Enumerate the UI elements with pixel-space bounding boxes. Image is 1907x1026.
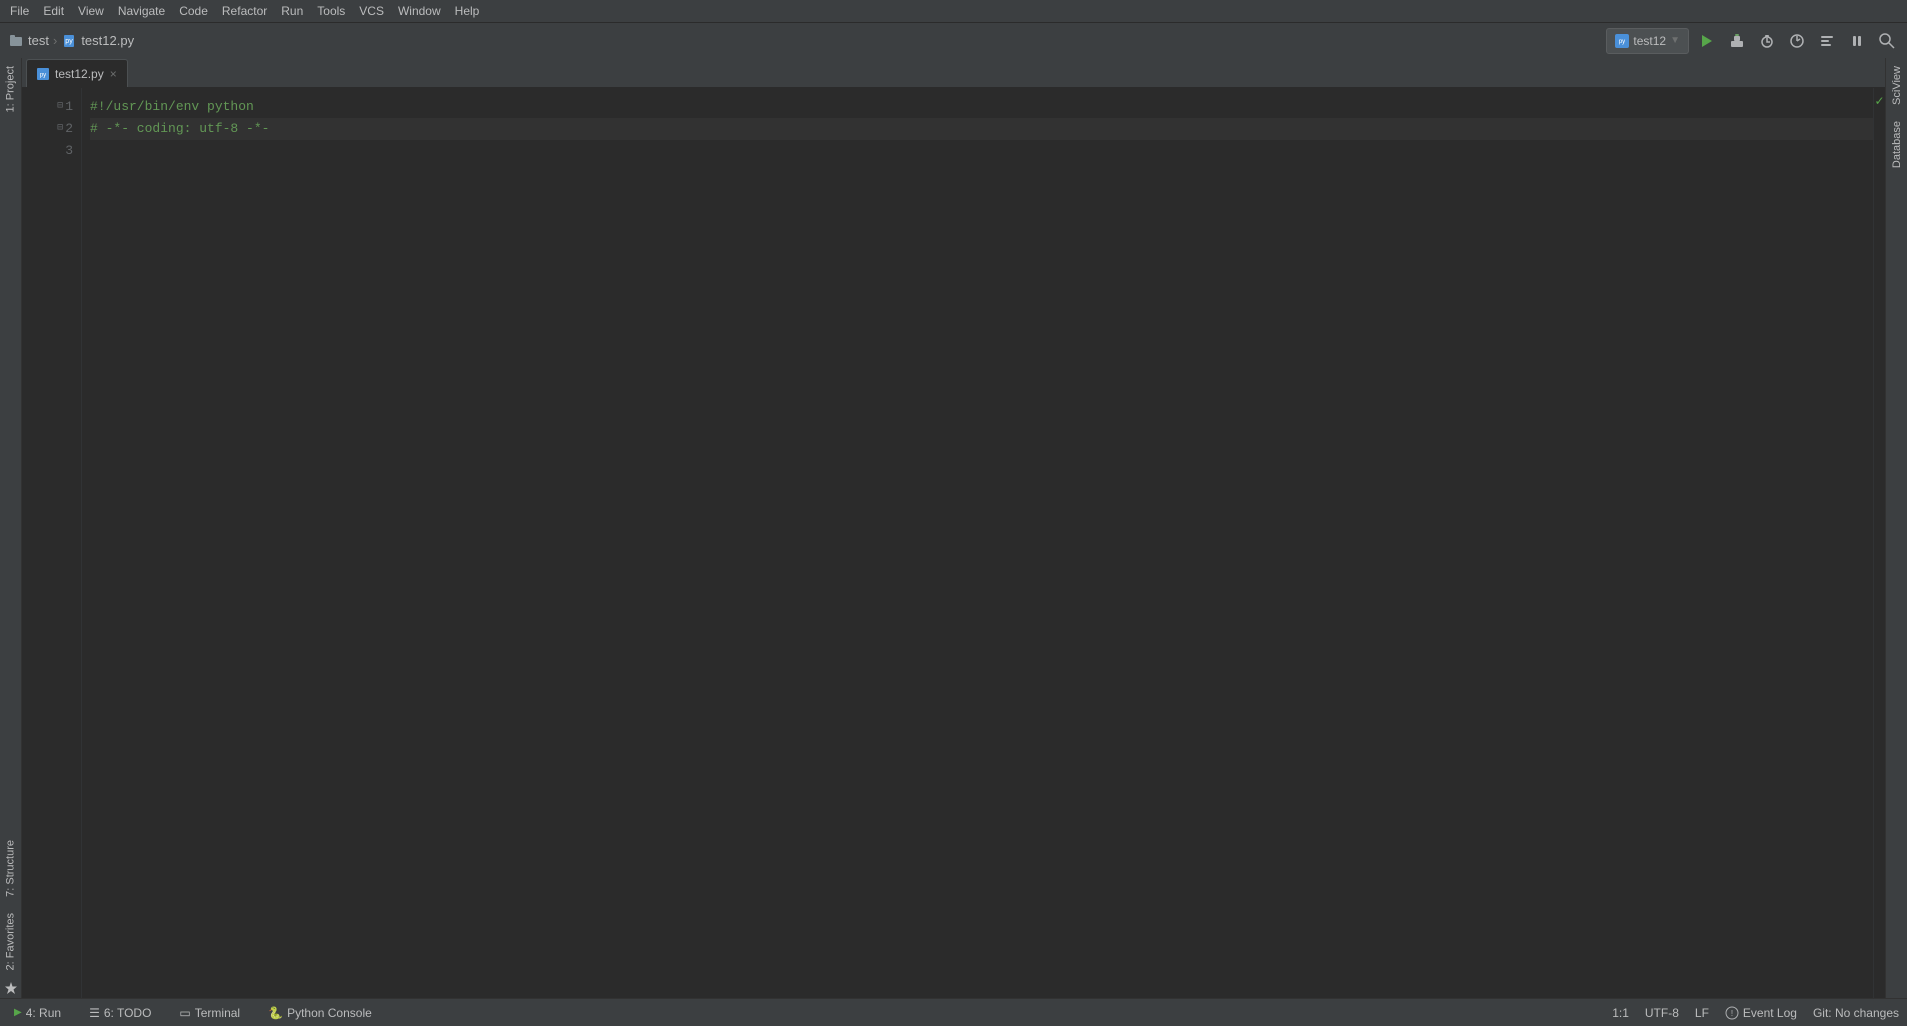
menu-run[interactable]: Run — [275, 2, 309, 20]
git-label: Git: No changes — [1813, 1006, 1899, 1020]
status-python-console-tab[interactable]: 🐍 Python Console — [262, 1002, 378, 1024]
menu-tools[interactable]: Tools — [311, 2, 351, 20]
coverage-button[interactable] — [1815, 29, 1839, 53]
code-shebang: #!/usr/bin/env python — [90, 97, 254, 118]
run-config-file-icon: py — [1615, 34, 1629, 48]
line-ending-label: LF — [1695, 1006, 1709, 1020]
editor-tab-test12[interactable]: py test12.py × — [26, 59, 128, 87]
event-log-label: Event Log — [1743, 1006, 1797, 1020]
status-run-tab[interactable]: ▶ 4: Run — [8, 1002, 67, 1024]
status-bar: ▶ 4: Run ☰ 6: TODO ▭ Terminal 🐍 Python C… — [0, 998, 1907, 1026]
sidebar-item-sciview[interactable]: SciView — [1888, 58, 1906, 113]
svg-text:py: py — [66, 38, 74, 45]
project-name[interactable]: test — [28, 33, 49, 48]
project-icon — [8, 33, 24, 49]
sidebar-item-structure[interactable]: 7: Structure — [0, 832, 21, 905]
code-content[interactable]: #!/usr/bin/env python # -*- coding: utf-… — [82, 88, 1873, 998]
event-log-button[interactable]: ! Event Log — [1725, 1006, 1797, 1020]
debug-button[interactable] — [1755, 29, 1779, 53]
run-config-dropdown[interactable]: py test12 ▼ — [1606, 28, 1689, 54]
file-icon: py — [61, 33, 77, 49]
left-sidebar: 1: Project 7: Structure 2: Favorites — [0, 58, 22, 998]
status-bar-right: 1:1 UTF-8 LF ! Event Log Git: No changes — [1612, 1006, 1899, 1020]
code-editor[interactable]: ⊟1 ⊟2 3 #!/usr/bin/env python # -*- codi… — [22, 88, 1885, 998]
project-tab-label: 1: Project — [5, 66, 17, 112]
database-tab-label: Database — [1891, 121, 1903, 168]
python-console-label: Python Console — [287, 1006, 372, 1020]
toolbar-right: py test12 ▼ — [1606, 28, 1899, 54]
main-container: 1: Project 7: Structure 2: Favorites py — [0, 58, 1907, 998]
run-icon: ▶ — [14, 1007, 22, 1018]
breadcrumb: test › py test12.py — [8, 33, 1606, 49]
favorites-star-icon — [4, 981, 18, 995]
menu-file[interactable]: File — [4, 2, 35, 20]
event-log-icon: ! — [1725, 1006, 1739, 1020]
tab-filename: test12.py — [55, 67, 104, 81]
python-console-icon: 🐍 — [268, 1006, 283, 1020]
encoding-label: UTF-8 — [1645, 1006, 1679, 1020]
sciview-tab-label: SciView — [1891, 66, 1903, 105]
sidebar-item-project[interactable]: 1: Project — [0, 58, 21, 120]
menu-help[interactable]: Help — [449, 2, 486, 20]
line-numbers: ⊟1 ⊟2 3 — [22, 88, 82, 998]
tab-bar: py test12.py × — [22, 58, 1885, 88]
line-number-3: 3 — [22, 140, 81, 162]
tab-file-icon: py — [37, 68, 49, 80]
menu-vcs[interactable]: VCS — [353, 2, 390, 20]
code-line-3 — [90, 140, 1873, 162]
terminal-icon: ▭ — [179, 1006, 190, 1020]
sidebar-item-favorites[interactable]: 2: Favorites — [0, 905, 21, 978]
menu-navigate[interactable]: Navigate — [112, 2, 171, 20]
code-comment: # -*- coding: utf-8 -*- — [90, 119, 269, 140]
favorites-tab-label: 2: Favorites — [5, 913, 17, 970]
status-todo-tab[interactable]: ☰ 6: TODO — [83, 1002, 157, 1024]
file-name: test12.py — [81, 33, 134, 48]
line-number-1: ⊟1 — [22, 96, 81, 118]
position-label: 1:1 — [1612, 1006, 1629, 1020]
sidebar-item-database[interactable]: Database — [1888, 113, 1906, 176]
menu-code[interactable]: Code — [173, 2, 214, 20]
menu-view[interactable]: View — [72, 2, 110, 20]
status-terminal-tab[interactable]: ▭ Terminal — [173, 1002, 246, 1024]
line-number-2: ⊟2 — [22, 118, 81, 140]
svg-text:py: py — [1619, 39, 1625, 45]
toolbar: test › py test12.py py test12 ▼ — [0, 22, 1907, 58]
status-bar-left: ▶ 4: Run ☰ 6: TODO ▭ Terminal 🐍 Python C… — [8, 1002, 378, 1024]
menu-bar: File Edit View Navigate Code Refactor Ru… — [0, 0, 1907, 22]
svg-text:py: py — [40, 72, 46, 78]
pause-button[interactable] — [1845, 29, 1869, 53]
gutter-check-icon: ✓ — [1874, 94, 1884, 108]
search-button[interactable] — [1875, 29, 1899, 53]
build-button[interactable] — [1725, 29, 1749, 53]
right-gutter: ✓ — [1873, 88, 1885, 998]
right-sidebar: SciView Database — [1885, 58, 1907, 998]
terminal-tab-label: Terminal — [195, 1006, 240, 1020]
svg-text:!: ! — [1731, 1009, 1733, 1018]
menu-window[interactable]: Window — [392, 2, 447, 20]
code-line-2: # -*- coding: utf-8 -*- — [90, 118, 1873, 140]
todo-tab-label: 6: TODO — [104, 1006, 152, 1020]
todo-icon: ☰ — [89, 1006, 100, 1020]
run-button[interactable] — [1695, 29, 1719, 53]
structure-tab-label: 7: Structure — [5, 840, 17, 897]
code-line-1: #!/usr/bin/env python — [90, 96, 1873, 118]
run-tab-label: 4: Run — [26, 1006, 61, 1020]
profile-button[interactable] — [1785, 29, 1809, 53]
tab-close-button[interactable]: × — [110, 68, 117, 80]
editor-container: py test12.py × ⊟1 ⊟2 3 #!/usr/bin/env — [22, 58, 1885, 998]
menu-edit[interactable]: Edit — [37, 2, 70, 20]
menu-refactor[interactable]: Refactor — [216, 2, 273, 20]
run-config-arrow-icon: ▼ — [1670, 35, 1680, 46]
breadcrumb-separator: › — [53, 33, 57, 48]
run-config-label: test12 — [1633, 34, 1666, 48]
